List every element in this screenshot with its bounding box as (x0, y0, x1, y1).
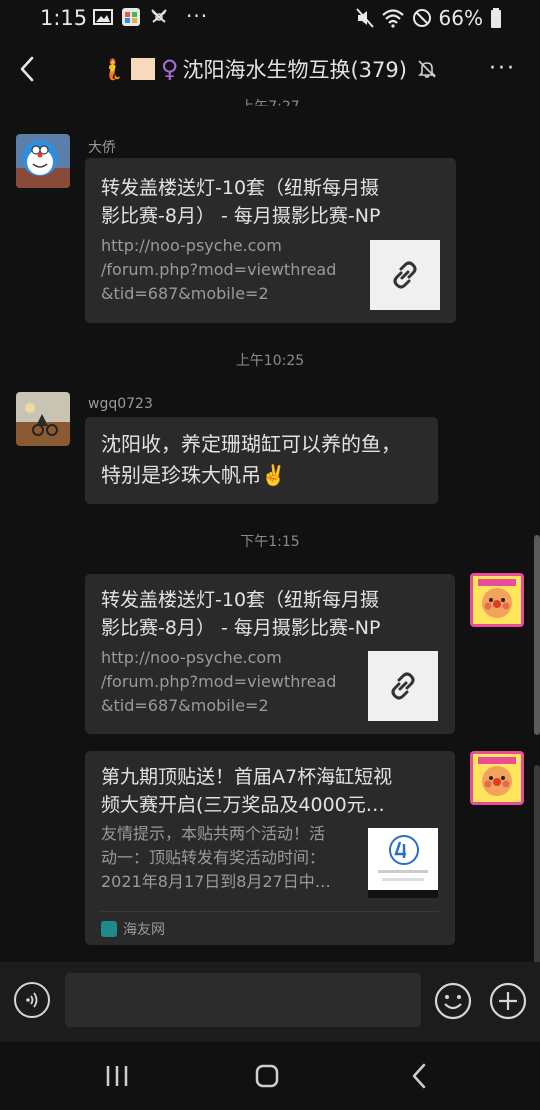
article-thumbnail-image (368, 828, 438, 898)
avatar[interactable] (16, 134, 70, 188)
chat-screen: 1:15 ··· 66% 🧜 ♀ 沈阳海水生物互换(379) ··· 上午7:2… (0, 0, 540, 1110)
card-description: http://noo-psyche.com /forum.php?mod=vie… (101, 646, 361, 718)
image-icon (93, 9, 113, 25)
scrollbar-track (534, 765, 540, 965)
input-bar (0, 962, 540, 1042)
cat-app-icon (151, 9, 167, 23)
message-line: 特别是珍珠大帆吊✌️ (101, 463, 286, 487)
card-desc-line: http://noo-psyche.com (101, 236, 282, 255)
voice-input-button[interactable] (14, 982, 50, 1018)
card-title: 第九期顶贴送！首届A7杯海缸短视 频大赛开启(三万奖品及4000元… (101, 763, 441, 819)
anpanman-avatar-icon (470, 573, 524, 627)
chat-title[interactable]: 🧜 ♀ 沈阳海水生物互换(379) (100, 54, 437, 84)
battery-icon (491, 8, 501, 28)
chat-header: 🧜 ♀ 沈阳海水生物互换(379) ··· (0, 38, 540, 100)
card-desc-line: /forum.php?mod=viewthread (101, 260, 337, 279)
scrollbar[interactable] (534, 535, 540, 735)
mute-icon (355, 8, 374, 28)
dnd-icon (412, 9, 431, 27)
nav-back-button[interactable] (408, 1062, 430, 1090)
card-desc-line: 动一：顶贴转发有奖活动时间： (101, 848, 326, 867)
card-title: 转发盖楼送灯-10套（纽斯每月摄 影比赛-8月） - 每月摄影比赛-NP (101, 586, 441, 642)
more-options-button[interactable]: ··· (489, 56, 516, 81)
article-card-message[interactable]: 第九期顶贴送！首届A7杯海缸短视 频大赛开启(三万奖品及4000元… 友情提示，… (85, 751, 455, 945)
status-overflow: ··· (186, 4, 209, 28)
link-card-message[interactable]: 转发盖楼送灯-10套（纽斯每月摄 影比赛-8月） - 每月摄影比赛-NP htt… (85, 574, 455, 734)
my-avatar[interactable] (470, 751, 524, 805)
recent-apps-button[interactable] (104, 1064, 130, 1088)
timestamp: 下午1:15 (240, 534, 300, 550)
timestamp: 上午7:27 (0, 96, 540, 106)
my-avatar[interactable] (470, 573, 524, 627)
card-divider (101, 911, 439, 912)
link-icon (393, 261, 417, 289)
more-functions-button[interactable] (489, 982, 527, 1020)
system-nav-bar (0, 1042, 540, 1110)
notification-icons (93, 8, 169, 26)
card-title-line: 转发盖楼送灯-10套（纽斯每月摄 (101, 589, 380, 611)
message-line: 沈阳收，养定珊瑚缸可以养的鱼， (101, 432, 401, 456)
card-title-line: 影比赛-8月） - 每月摄影比赛-NP (101, 205, 381, 227)
status-time: 1:15 (40, 6, 88, 30)
chat-title-text: 沈阳海水生物互换(379) (182, 58, 407, 82)
status-bar: 1:15 ··· 66% (0, 0, 540, 38)
female-symbol: ♀ (160, 55, 179, 83)
anpanman-avatar-icon (470, 751, 524, 805)
system-icons: 66% (355, 6, 502, 30)
link-icon (391, 672, 415, 700)
landscape-avatar-icon (16, 392, 70, 446)
link-thumbnail (370, 240, 440, 310)
card-title-line: 频大赛开启(三万奖品及4000元… (101, 794, 385, 816)
card-description: http://noo-psyche.com /forum.php?mod=vie… (101, 234, 361, 306)
battery-percent: 66% (438, 6, 483, 30)
article-source: 海友网 (101, 919, 165, 939)
card-title: 转发盖楼送灯-10套（纽斯每月摄 影比赛-8月） - 每月摄影比赛-NP (101, 174, 441, 230)
sender-name: 大侨 (88, 140, 116, 156)
text-message[interactable]: 沈阳收，养定珊瑚缸可以养的鱼， 特别是珍珠大帆吊✌️ (85, 417, 438, 504)
link-thumbnail (368, 651, 438, 721)
message-input[interactable] (65, 973, 421, 1027)
message-text: 沈阳收，养定珊瑚缸可以养的鱼， 特别是珍珠大帆吊✌️ (101, 429, 431, 491)
sender-name: wgq0723 (88, 396, 153, 412)
card-desc-line: /forum.php?mod=viewthread (101, 672, 337, 691)
article-thumbnail (368, 828, 438, 898)
card-description: 友情提示，本贴共两个活动！活 动一：顶贴转发有奖活动时间： 2021年8月17日… (101, 822, 366, 894)
card-desc-line: 友情提示，本贴共两个活动！活 (101, 824, 326, 843)
card-title-line: 第九期顶贴送！首届A7杯海缸短视 (101, 766, 393, 788)
source-name: 海友网 (123, 922, 165, 938)
voice-icon (26, 992, 38, 1008)
card-desc-line: &tid=687&mobile=2 (101, 284, 269, 303)
home-button[interactable] (255, 1064, 279, 1088)
emoji-button[interactable] (434, 982, 472, 1020)
timestamp: 上午10:25 (235, 353, 305, 369)
card-title-line: 影比赛-8月） - 每月摄影比赛-NP (101, 617, 381, 639)
card-desc-line: http://noo-psyche.com (101, 648, 282, 667)
doraemon-avatar-icon (16, 134, 70, 188)
muted-bell-icon (418, 60, 436, 78)
source-logo-icon (101, 921, 117, 937)
avatar[interactable] (16, 392, 70, 446)
card-desc-line: 2021年8月17日到8月27日中… (101, 872, 331, 891)
back-button[interactable] (14, 52, 42, 86)
card-title-line: 转发盖楼送灯-10套（纽斯每月摄 (101, 177, 380, 199)
wifi-icon (381, 9, 404, 28)
title-color-square (130, 58, 155, 80)
link-card-message[interactable]: 转发盖楼送灯-10套（纽斯每月摄 影比赛-8月） - 每月摄影比赛-NP htt… (85, 158, 456, 323)
mermaid-emoji: 🧜 (100, 57, 125, 81)
gallery-app-icon (122, 8, 140, 26)
card-desc-line: &tid=687&mobile=2 (101, 696, 269, 715)
